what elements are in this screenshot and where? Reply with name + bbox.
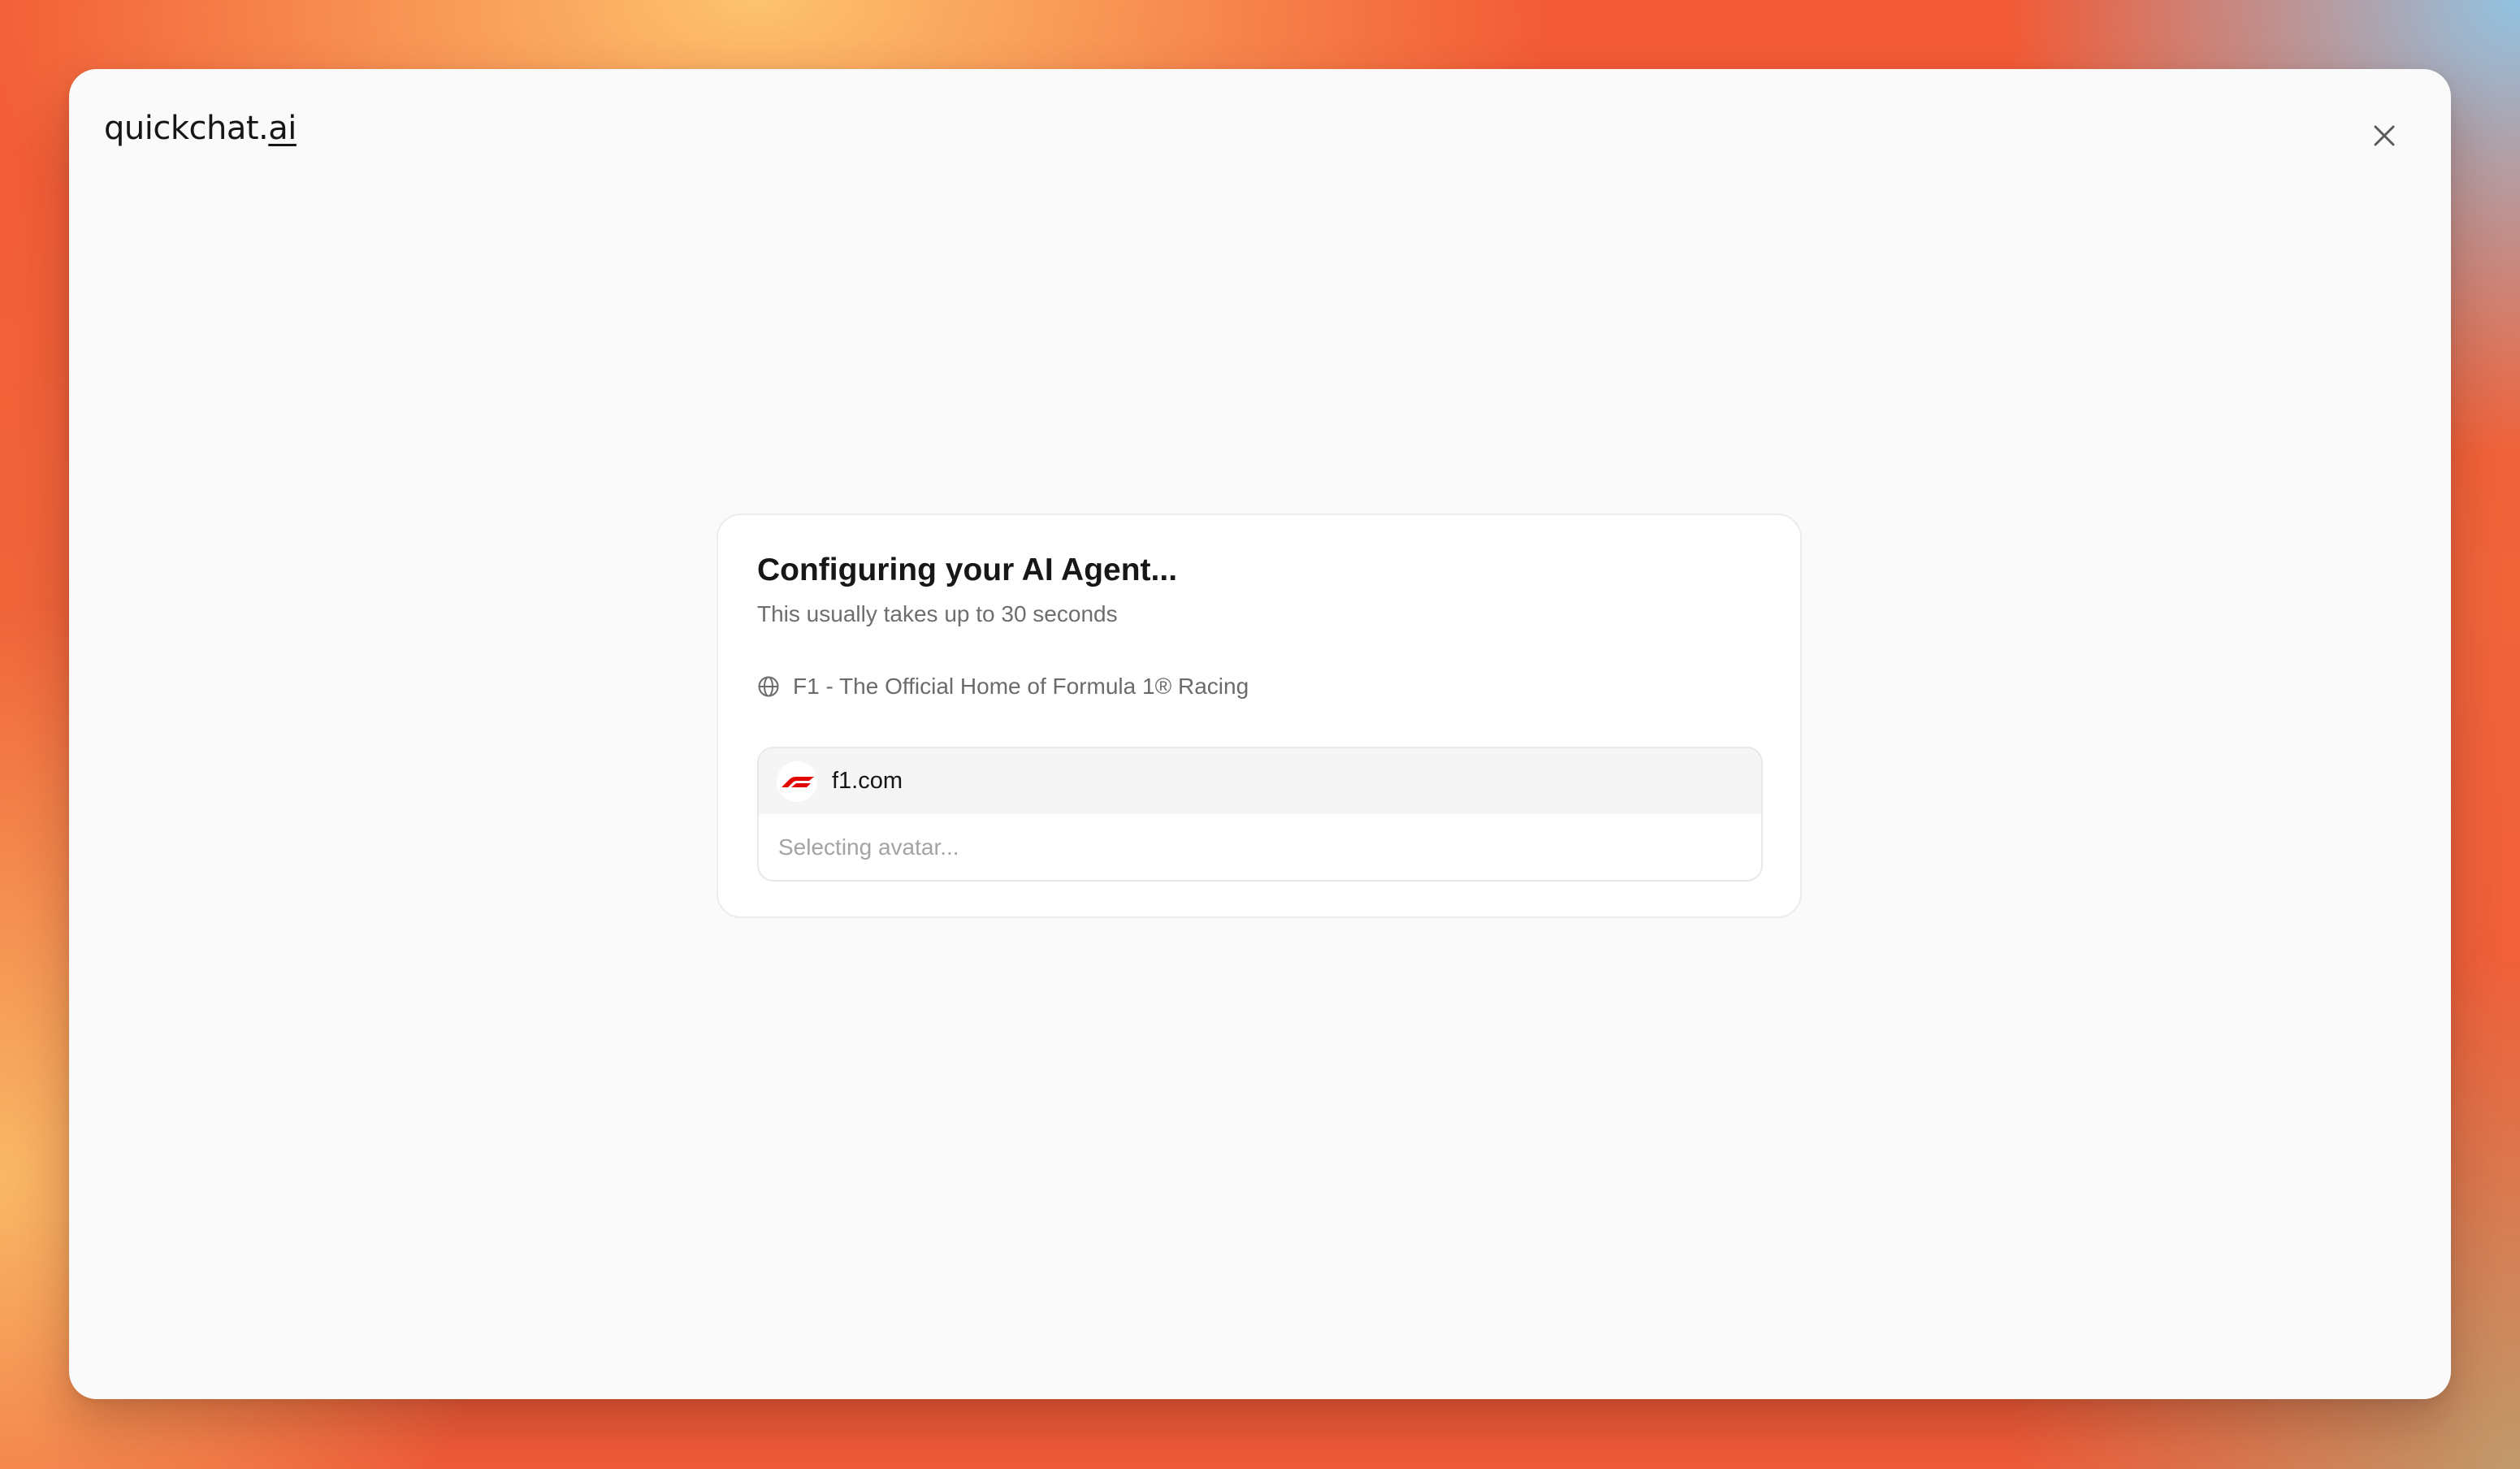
f1-logo-icon [777, 760, 817, 802]
domain-name: f1.com [832, 768, 903, 794]
domain-status: Selecting avatar... [778, 834, 959, 860]
card-title: Configuring your AI Agent... [757, 552, 1178, 587]
close-icon [2374, 125, 2395, 146]
brand-name: quickchat. [104, 110, 269, 147]
domain-header: f1.com [759, 748, 1761, 814]
globe-icon [757, 675, 780, 698]
site-info: F1 - The Official Home of Formula 1® Rac… [757, 674, 1249, 700]
brand-logo[interactable]: quickchat.ai [104, 110, 297, 147]
domain-box: f1.com Selecting avatar... [757, 747, 1763, 882]
site-title: F1 - The Official Home of Formula 1® Rac… [793, 674, 1249, 699]
brand-tld: ai [268, 110, 297, 147]
card-subtitle: This usually takes up to 30 seconds [757, 601, 1118, 626]
configuring-card: Configuring your AI Agent... This usuall… [717, 514, 1802, 918]
app-window: quickchat.ai Configuring your AI Agent..… [69, 69, 2451, 1399]
close-button[interactable] [2360, 111, 2409, 160]
